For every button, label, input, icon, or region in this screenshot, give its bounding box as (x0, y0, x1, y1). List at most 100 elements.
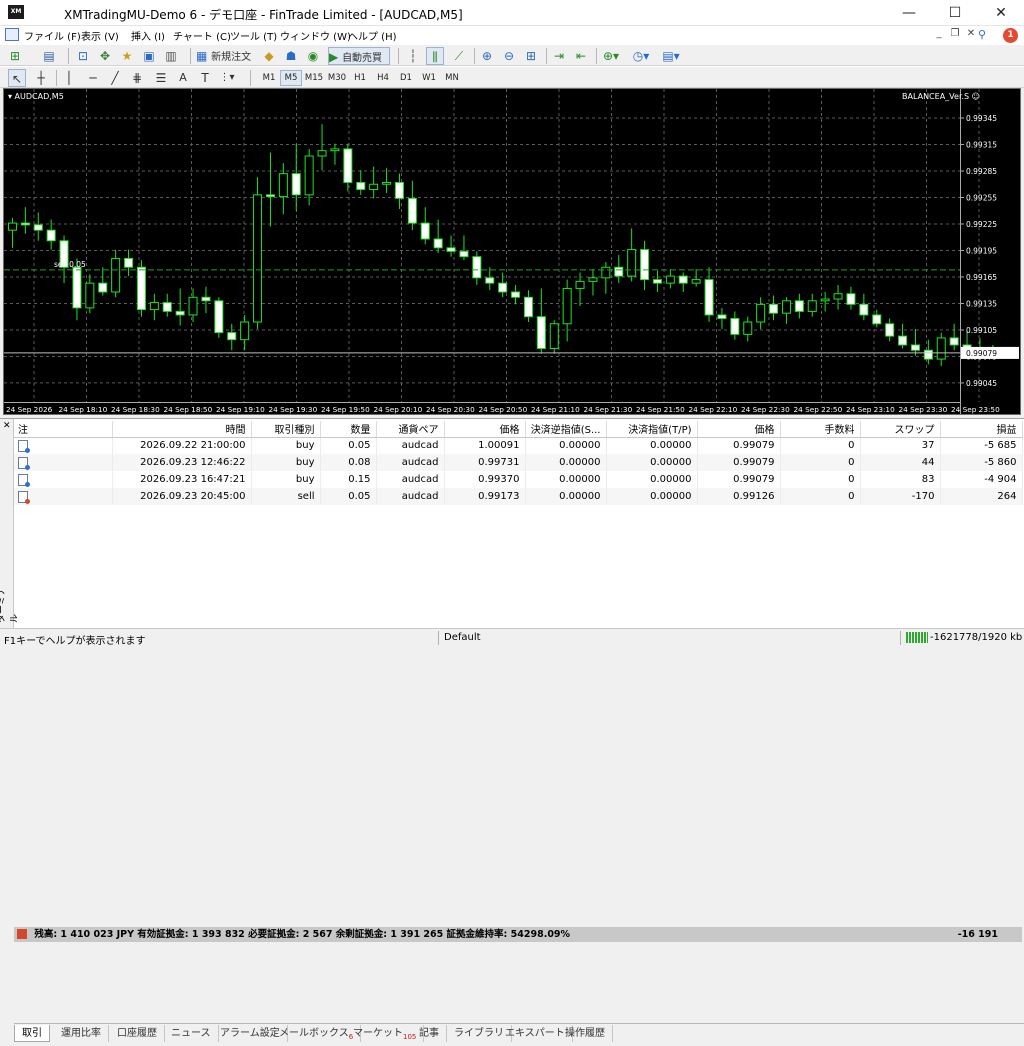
table-cell: -5 685 (940, 437, 1023, 454)
timeframe-mn[interactable]: MN (441, 70, 463, 86)
timeframe-h4[interactable]: H4 (372, 70, 394, 86)
navigator-icon[interactable]: ★ (118, 47, 136, 65)
timeframe-m30[interactable]: M30 (326, 70, 348, 86)
column-header[interactable]: 手数料 (780, 421, 861, 438)
search-icon[interactable]: ⚲ (978, 28, 986, 41)
signals-icon[interactable]: ◉ (304, 47, 322, 65)
table-cell: 0.00000 (525, 488, 607, 505)
column-header[interactable]: 決済逆指値(S... (525, 421, 607, 438)
table-cell: 0.08 (320, 454, 377, 471)
data-window-icon[interactable]: ✥ (96, 47, 114, 65)
terminal-close-button[interactable]: ✕ (3, 421, 11, 431)
table-cell: 0.00000 (606, 488, 698, 505)
tab-2[interactable]: 口座履歴 (110, 1025, 165, 1042)
channel-icon[interactable]: ⋕ (128, 69, 146, 87)
text-icon[interactable]: A (174, 69, 192, 87)
zoom-in-icon[interactable]: ⊕ (478, 47, 496, 65)
menu-insert[interactable]: 挿入 (I) (131, 28, 165, 43)
new-order-button[interactable]: ▦ 新規注文 (196, 47, 254, 65)
timeframe-m15[interactable]: M15 (303, 70, 325, 86)
column-header[interactable]: 損益 (940, 421, 1023, 438)
strategy-tester-icon[interactable]: ▥ (162, 47, 180, 65)
horizontal-line-icon[interactable]: ─ (84, 69, 102, 87)
column-header[interactable]: 取引種別 (251, 421, 321, 438)
chart-window[interactable]: 0.99345 0.99315 0.99285 0.99255 0.99225 0.991… (3, 88, 1021, 415)
time-tick-label: 24 Sep 19:50 (321, 405, 370, 414)
metaeditor-icon[interactable]: ◆ (260, 47, 278, 65)
tab-10[interactable]: 操作履歴 (558, 1025, 613, 1042)
line-chart-icon[interactable]: ⟋ (450, 47, 468, 65)
candle-body (717, 314, 727, 319)
profiles-icon[interactable]: ▤ (40, 47, 58, 65)
cursor-icon[interactable]: ↖ (8, 69, 26, 87)
periods-icon[interactable]: ◷▾ (632, 47, 650, 65)
auto-trading-button[interactable]: ▶ 自動売買 (328, 47, 390, 65)
indicators-icon[interactable]: ⊕▾ (602, 47, 620, 65)
label-icon[interactable]: T (196, 69, 214, 87)
time-tick-label: 24 Sep 23:10 (846, 405, 895, 414)
bar-chart-icon[interactable]: ┆ (404, 47, 422, 65)
time-tick-label: 24 Sep 21:10 (531, 405, 580, 414)
price-tick-label: 0.99045 (966, 379, 997, 388)
new-chart-icon[interactable]: ⊞ (6, 47, 24, 65)
auto-scroll-icon[interactable]: ⇥ (550, 47, 568, 65)
minimize-button[interactable]: — (886, 0, 932, 26)
menu-view[interactable]: 表示 (V) (81, 28, 119, 43)
tab-7[interactable]: 記事 (412, 1025, 447, 1042)
column-header[interactable]: スワップ (860, 421, 941, 438)
price-chart[interactable]: 0.99345 0.99315 0.99285 0.99255 0.99225 0.991… (4, 89, 1020, 414)
document-icon[interactable] (5, 28, 19, 41)
market-watch-icon[interactable]: ⊡ (74, 47, 92, 65)
tab-0[interactable]: 取引 (14, 1025, 50, 1042)
notification-badge[interactable]: 1 (1003, 28, 1018, 43)
column-header[interactable]: 時間 (112, 421, 252, 438)
crosshair-icon[interactable]: ┼ (32, 69, 50, 87)
community-icon[interactable]: ☗ (282, 47, 300, 65)
candle-body (511, 291, 521, 298)
buy-order-icon (18, 439, 30, 453)
table-cell: -170 (860, 488, 941, 505)
candlestick-icon[interactable]: ⫼ (426, 47, 444, 65)
timeframe-h1[interactable]: H1 (349, 70, 371, 86)
fibonacci-icon[interactable]: ☰ (152, 69, 170, 87)
chart-shift-icon[interactable]: ⇤ (572, 47, 590, 65)
mdi-minimize-button[interactable]: _ (932, 27, 946, 41)
zoom-out-icon[interactable]: ⊖ (500, 47, 518, 65)
table-row[interactable]: 2026.09.23 12:46:22 buy 0.08 audcad 0.99731 0… (14, 454, 1023, 471)
tab-1[interactable]: 運用比率 (54, 1025, 109, 1042)
timeframe-m1[interactable]: M1 (258, 70, 280, 86)
terminal-icon[interactable]: ▣ (140, 47, 158, 65)
timeframe-m5[interactable]: M5 (280, 70, 302, 86)
trendline-icon[interactable]: ╱ (106, 69, 124, 87)
column-header[interactable]: 決済指値(T/P) (606, 421, 698, 438)
candle-body (588, 277, 598, 282)
table-row[interactable]: 2026.09.23 16:47:21 buy 0.15 audcad 0.99370 0… (14, 471, 1023, 488)
order-type-icon (14, 437, 113, 454)
menu-chart[interactable]: チャート (C) (173, 28, 231, 43)
column-header[interactable]: 数量 (320, 421, 377, 438)
shapes-icon[interactable]: ⋮▾ (218, 69, 236, 87)
timeframe-w1[interactable]: W1 (418, 70, 440, 86)
time-tick-label: 24 Sep 18:30 (111, 405, 160, 414)
column-header[interactable]: 価格 (697, 421, 781, 438)
vertical-line-icon[interactable]: │ (60, 69, 78, 87)
menu-help[interactable]: ヘルプ (H) (348, 28, 397, 43)
tile-windows-icon[interactable]: ⊞ (522, 47, 540, 65)
mdi-close-button[interactable]: ✕ (964, 27, 978, 41)
table-row[interactable]: 2026.09.23 20:45:00 sell 0.05 audcad 0.99173… (14, 488, 1023, 505)
menu-file[interactable]: ファイル (F) (24, 28, 81, 43)
close-button[interactable]: ✕ (978, 0, 1024, 26)
candle-body (20, 222, 30, 226)
column-header[interactable]: 通貨ペア (376, 421, 445, 438)
mdi-restore-button[interactable]: ❐ (948, 27, 962, 41)
menu-window[interactable]: ウィンドウ (W) (280, 28, 351, 43)
templates-icon[interactable]: ▤▾ (662, 47, 680, 65)
tab-3[interactable]: ニュース (164, 1025, 219, 1042)
table-row[interactable]: 2026.09.22 21:00:00 buy 0.05 audcad 1.00091 0… (14, 437, 1023, 454)
column-header[interactable]: 注 (14, 421, 113, 438)
menu-tools[interactable]: ツール (T) (230, 28, 277, 43)
price-tick-label: 0.99105 (966, 326, 997, 335)
column-header[interactable]: 価格 (444, 421, 526, 438)
maximize-button[interactable]: ☐ (932, 0, 978, 26)
timeframe-d1[interactable]: D1 (395, 70, 417, 86)
